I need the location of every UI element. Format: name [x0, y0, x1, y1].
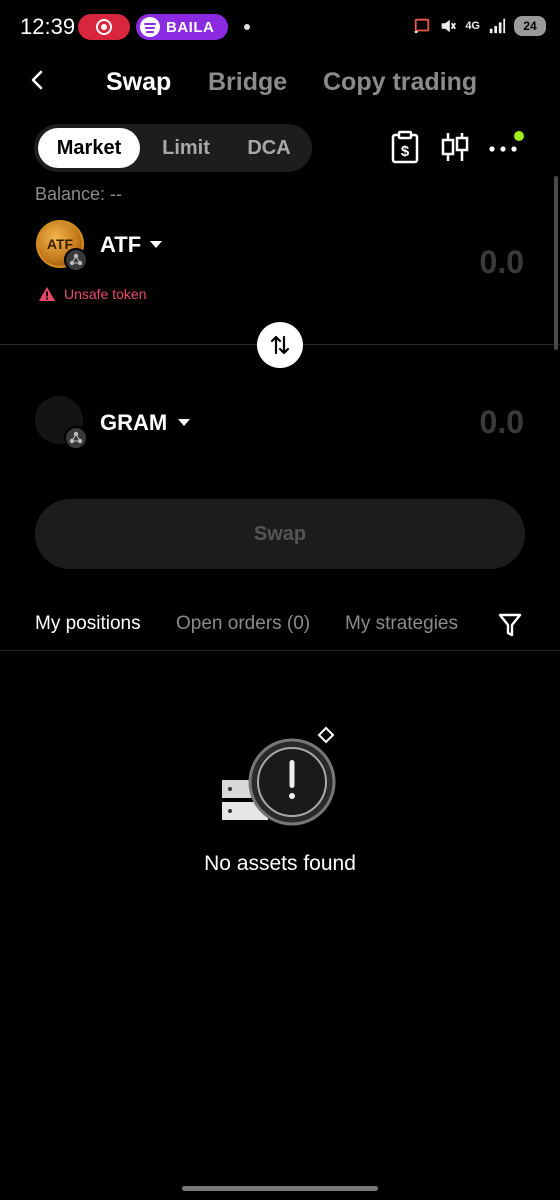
- candlestick-chart-icon[interactable]: [440, 130, 470, 164]
- back-icon[interactable]: [26, 68, 50, 92]
- balance-label: Balance: --: [35, 184, 123, 204]
- no-assets-illustration-icon: [222, 726, 336, 826]
- battery-indicator: 24: [514, 16, 546, 36]
- record-icon: [96, 19, 112, 35]
- swap-button[interactable]: Swap: [35, 499, 525, 569]
- tab-swap[interactable]: Swap: [106, 68, 171, 97]
- tab-my-positions[interactable]: My positions: [35, 613, 141, 635]
- order-mode-selector: Market Limit DCA: [34, 124, 312, 172]
- spotify-icon: [140, 17, 160, 37]
- status-time: 12:39: [20, 14, 76, 39]
- orders-clipboard-icon[interactable]: $: [390, 130, 420, 164]
- tab-my-strategies[interactable]: My strategies: [345, 613, 458, 635]
- system-icons: 4G 24: [413, 16, 546, 36]
- from-amount-input[interactable]: 0.0: [480, 244, 524, 281]
- status-bar: 12:39 BAILA 4G 24: [0, 0, 560, 56]
- tab-bridge[interactable]: Bridge: [208, 68, 287, 97]
- scrollbar[interactable]: [554, 176, 558, 350]
- filter-icon[interactable]: [498, 612, 522, 638]
- media-label: BAILA: [166, 18, 215, 36]
- mode-market[interactable]: Market: [38, 128, 140, 168]
- tab-open-orders[interactable]: Open orders (0): [176, 613, 310, 635]
- swap-arrows-icon: [270, 335, 290, 355]
- unsafe-token-warning: Unsafe token: [38, 286, 147, 302]
- mute-icon: [442, 19, 457, 33]
- from-token-caret-icon[interactable]: [150, 241, 162, 248]
- mode-dca[interactable]: DCA: [230, 128, 308, 168]
- chain-badge-icon: [64, 426, 88, 450]
- chain-badge-icon: [64, 248, 88, 272]
- to-amount-input[interactable]: 0.0: [480, 404, 524, 441]
- media-indicator[interactable]: BAILA: [136, 14, 228, 40]
- mode-limit[interactable]: Limit: [146, 128, 226, 168]
- cast-icon: [414, 18, 430, 34]
- warning-triangle-icon: [39, 287, 55, 301]
- switch-direction-button[interactable]: [257, 322, 303, 368]
- svg-text:$: $: [401, 143, 410, 160]
- empty-state-message: No assets found: [204, 852, 356, 875]
- to-token-symbol[interactable]: GRAM: [100, 410, 167, 436]
- unsafe-token-text: Unsafe token: [64, 286, 147, 302]
- from-token-symbol[interactable]: ATF: [100, 232, 141, 258]
- signal-icon: [489, 18, 506, 34]
- notification-dot-icon: [244, 24, 250, 30]
- top-nav: Swap Bridge Copy trading: [0, 56, 560, 108]
- screen-record-indicator[interactable]: [78, 14, 130, 40]
- notification-badge: [514, 131, 524, 141]
- tab-copy-trading[interactable]: Copy trading: [323, 68, 477, 97]
- network-type-label: 4G: [465, 20, 480, 32]
- to-token-caret-icon[interactable]: [178, 419, 190, 426]
- tabs-divider: [0, 650, 560, 651]
- home-indicator[interactable]: [182, 1186, 378, 1191]
